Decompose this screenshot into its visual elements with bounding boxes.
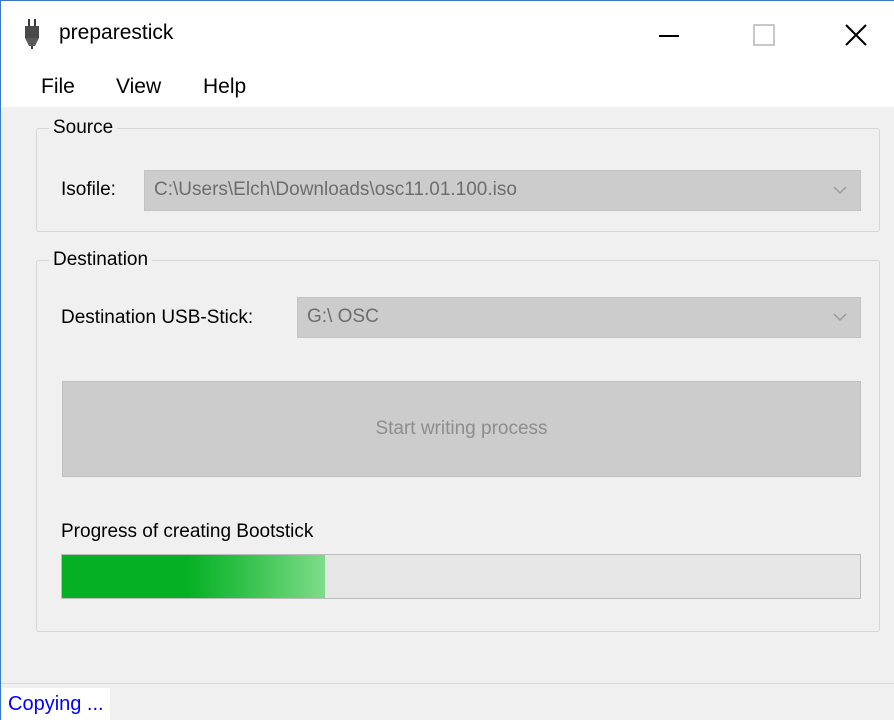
minimize-icon bbox=[659, 35, 679, 37]
usb-stick-label: Destination USB-Stick: bbox=[61, 307, 254, 328]
chevron-down-icon bbox=[833, 186, 847, 195]
menu-help[interactable]: Help bbox=[203, 75, 246, 99]
usb-plug-icon bbox=[25, 19, 39, 49]
window-title: preparestick bbox=[59, 21, 174, 44]
usb-stick-value: G:\ OSC bbox=[307, 306, 379, 327]
chevron-down-icon bbox=[833, 313, 847, 322]
progress-bar-fill bbox=[62, 555, 326, 598]
start-writing-button[interactable]: Start writing process bbox=[62, 381, 861, 477]
status-text: Copying ... bbox=[2, 688, 110, 720]
usb-stick-combobox[interactable]: G:\ OSC bbox=[297, 297, 861, 338]
menu-view[interactable]: View bbox=[116, 75, 161, 99]
maximize-icon bbox=[753, 24, 775, 46]
menu-bar: File View Help bbox=[1, 67, 894, 107]
isofile-label: Isofile: bbox=[61, 179, 116, 200]
progress-bar bbox=[61, 554, 861, 599]
status-divider bbox=[1, 683, 894, 684]
minimize-button[interactable] bbox=[626, 1, 716, 67]
destination-group-label: Destination bbox=[49, 249, 153, 271]
maximize-button[interactable] bbox=[716, 1, 806, 67]
close-button[interactable] bbox=[804, 1, 894, 67]
progress-label: Progress of creating Bootstick bbox=[61, 521, 314, 542]
close-icon bbox=[845, 24, 867, 46]
isofile-value: C:\Users\Elch\Downloads\osc11.01.100.iso bbox=[154, 179, 517, 200]
menu-file[interactable]: File bbox=[41, 75, 75, 99]
app-window: preparestick File View Help Source Isofi… bbox=[0, 0, 894, 720]
isofile-combobox[interactable]: C:\Users\Elch\Downloads\osc11.01.100.iso bbox=[144, 170, 861, 211]
source-group-label: Source bbox=[49, 117, 118, 139]
title-bar[interactable]: preparestick bbox=[1, 1, 894, 67]
